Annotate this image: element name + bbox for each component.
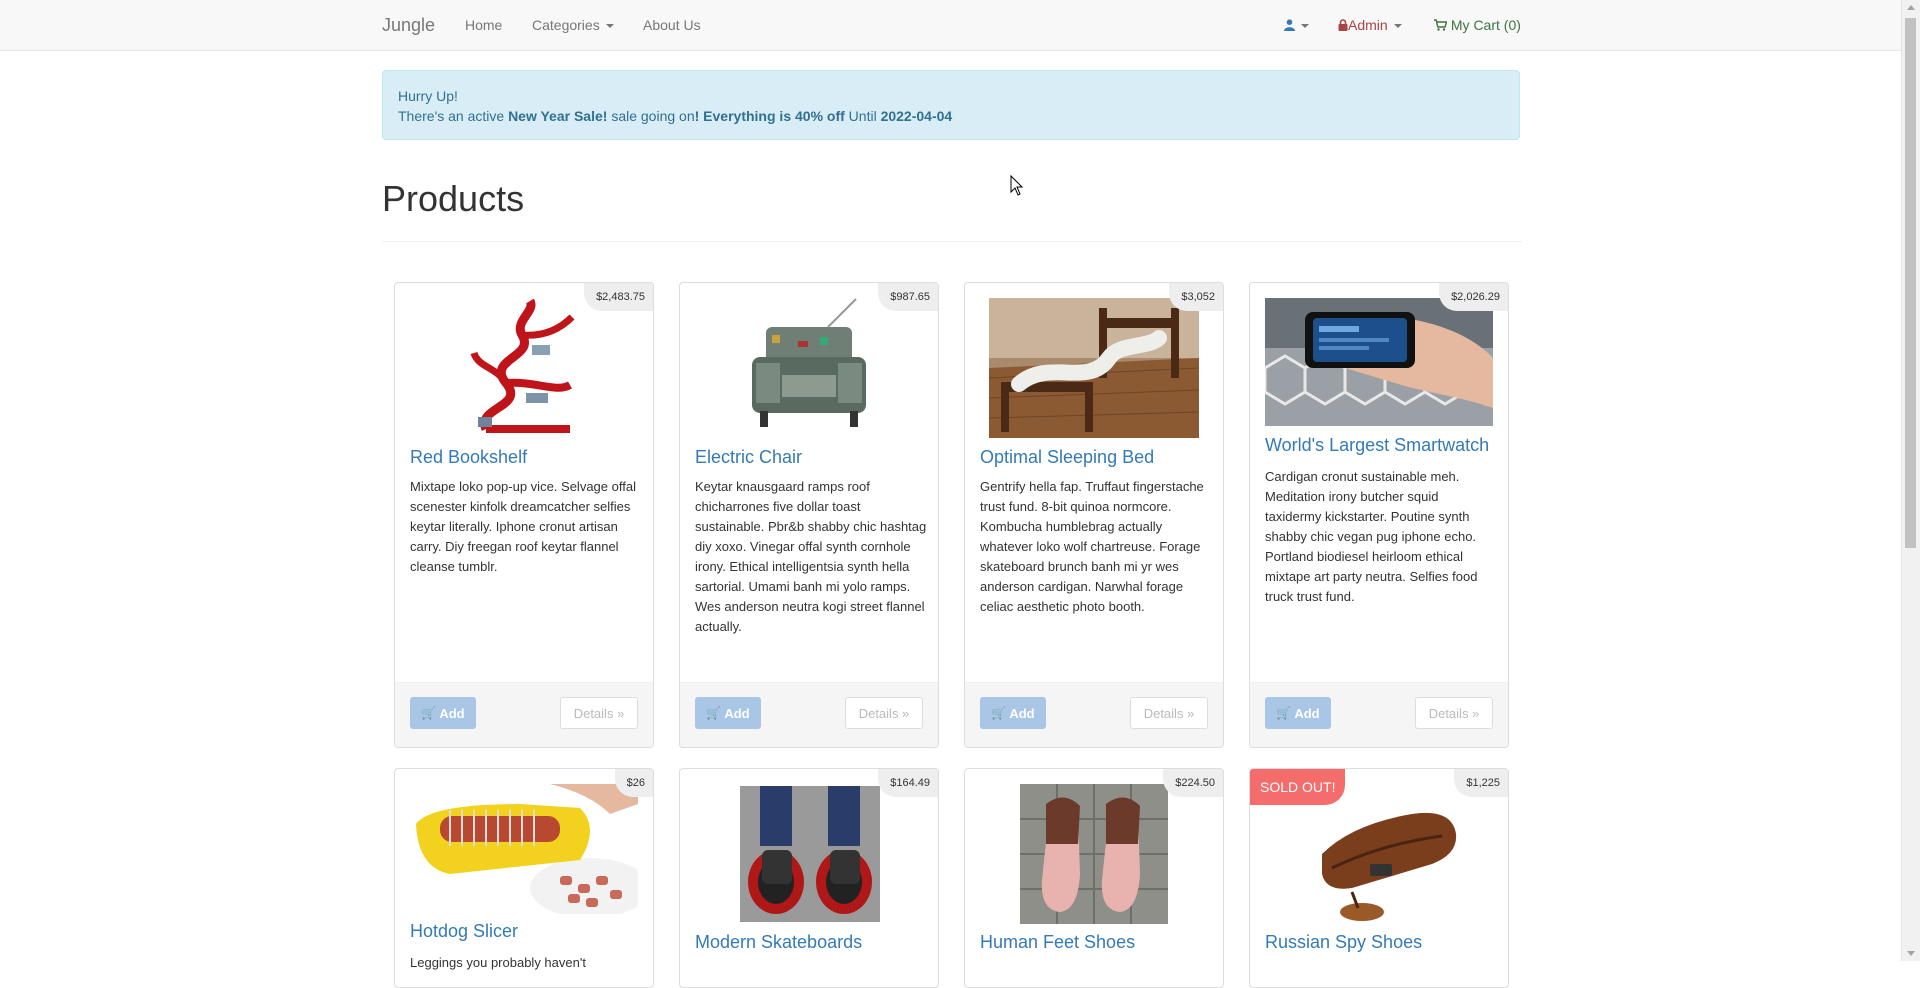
product-description: Leggings you probably haven't (410, 955, 586, 970)
price-tag: $2,483.75 (584, 283, 653, 311)
cart-icon: 🛒 (1276, 706, 1292, 720)
scroll-down-arrow-icon[interactable] (1907, 951, 1915, 956)
alert-middle: sale going on (607, 108, 695, 124)
details-button[interactable]: Details » (1130, 697, 1208, 729)
chevron-down-icon (605, 24, 614, 29)
price-tag: $3,052 (1169, 283, 1223, 311)
lock-icon (1338, 19, 1348, 31)
bed-image (989, 298, 1199, 438)
product-image[interactable] (1292, 784, 1466, 924)
add-to-cart-button[interactable]: 🛒 Add (695, 697, 761, 729)
top-navbar: Jungle Home Categories About Us Admin My… (0, 0, 1902, 51)
add-button-label: Add (1294, 705, 1320, 721)
brand-link[interactable]: Jungle (382, 15, 435, 36)
alert-message: There's an active New Year Sale! sale go… (398, 106, 1504, 126)
product-title[interactable]: Human Feet Shoes (980, 932, 1135, 953)
page-title: Products (382, 178, 525, 219)
card-footer: 🛒 Add Details » (965, 682, 1223, 747)
product-image[interactable] (738, 297, 880, 437)
card-footer: 🛒 Add Details » (680, 682, 938, 747)
card-footer: 🛒 Add Details » (395, 682, 653, 747)
vertical-scrollbar[interactable] (1901, 0, 1920, 961)
product-card: $164.49 Modern Skateboards (679, 768, 939, 988)
price-tag: $987.65 (878, 283, 938, 311)
add-button-label: Add (439, 705, 465, 721)
sold-out-badge: SOLD OUT! (1250, 769, 1346, 805)
sale-name: New Year Sale! (508, 108, 608, 124)
product-image[interactable] (740, 786, 880, 922)
product-card: SOLD OUT! $1,225 Russian Spy Shoes (1249, 768, 1509, 988)
nav-about[interactable]: About Us (643, 17, 701, 33)
sale-offer: Everything is 40% off (699, 108, 845, 124)
product-description: Gentrify hella fap. Truffaut fingerstach… (980, 479, 1204, 614)
product-image[interactable] (989, 298, 1199, 438)
scroll-up-arrow-icon[interactable] (1907, 5, 1915, 10)
bookshelf-image (470, 298, 575, 433)
chevron-down-icon (1393, 24, 1402, 29)
details-button[interactable]: Details » (560, 697, 638, 729)
product-description: Mixtape loko pop-up vice. Selvage offal … (410, 479, 636, 574)
product-image[interactable] (1265, 298, 1493, 426)
smartwatch-image (1265, 298, 1493, 426)
add-button-label: Add (1009, 705, 1035, 721)
product-title[interactable]: World's Largest Smartwatch (1265, 435, 1489, 456)
product-image[interactable] (1020, 784, 1168, 924)
product-title[interactable]: Electric Chair (695, 447, 802, 468)
sale-alert: Hurry Up! There's an active New Year Sal… (382, 70, 1520, 140)
sale-end-date: 2022-04-04 (880, 108, 953, 124)
add-button-label: Add (724, 705, 750, 721)
product-card: $2,483.75 Red Bookshelf Mixtape loko pop… (394, 282, 654, 748)
chevron-down-icon (1301, 24, 1309, 29)
card-footer: 🛒 Add Details » (1250, 682, 1508, 747)
spy-shoes-image (1292, 784, 1466, 924)
mouse-cursor-icon (1010, 175, 1024, 196)
add-to-cart-button[interactable]: 🛒 Add (1265, 697, 1331, 729)
add-to-cart-button[interactable]: 🛒 Add (980, 697, 1046, 729)
nav-categories-dropdown[interactable]: Categories (532, 17, 614, 33)
my-cart-link[interactable]: My Cart (0) (1434, 17, 1521, 33)
chair-image (738, 297, 880, 437)
alert-prefix: There's an active (398, 108, 509, 124)
feet-shoes-image (1020, 784, 1168, 924)
page-header: Products (382, 178, 1522, 242)
add-to-cart-button[interactable]: 🛒 Add (410, 697, 476, 729)
price-tag: $164.49 (878, 769, 938, 797)
product-card: $3,052 Optimal Sleeping Bed Gentrify hel… (964, 282, 1224, 748)
user-menu-dropdown[interactable] (1284, 17, 1309, 33)
product-description: Cardigan cronut sustainable meh. Meditat… (1265, 469, 1478, 604)
nav-categories-label: Categories (532, 17, 600, 33)
product-card: $2,026.29 World's Largest Smartwatch Car… (1249, 282, 1509, 748)
hotdog-slicer-image (410, 784, 638, 914)
price-tag: $1,225 (1454, 769, 1508, 797)
details-button[interactable]: Details » (1415, 697, 1493, 729)
product-description: Keytar knausgaard ramps roof chicharrone… (695, 479, 927, 634)
product-title[interactable]: Optimal Sleeping Bed (980, 447, 1154, 468)
price-tag: $224.50 (1163, 769, 1223, 797)
product-title[interactable]: Red Bookshelf (410, 447, 527, 468)
nav-home[interactable]: Home (465, 17, 502, 33)
admin-dropdown[interactable]: Admin (1338, 17, 1402, 33)
cart-icon: 🛒 (421, 706, 437, 720)
cart-icon (1434, 19, 1448, 31)
my-cart-label: My Cart (0) (1450, 17, 1521, 33)
product-card: $224.50 Human Feet Shoes (964, 768, 1224, 988)
price-tag: $2,026.29 (1439, 283, 1508, 311)
details-button[interactable]: Details » (845, 697, 923, 729)
product-image[interactable] (410, 784, 638, 914)
alert-heading: Hurry Up! (398, 88, 458, 104)
product-title[interactable]: Russian Spy Shoes (1265, 932, 1422, 953)
product-image[interactable] (466, 297, 584, 435)
user-icon (1284, 19, 1295, 31)
scrollbar-thumb[interactable] (1905, 18, 1916, 548)
admin-label: Admin (1348, 17, 1388, 33)
skateboard-image (740, 786, 880, 922)
product-title[interactable]: Modern Skateboards (695, 932, 862, 953)
product-title[interactable]: Hotdog Slicer (410, 921, 518, 942)
alert-until: Until (844, 108, 881, 124)
product-card: $26 Hotdog Slicer Leggings you probably … (394, 768, 654, 988)
product-card: $987.65 Electric Chair Keytar knausgaard… (679, 282, 939, 748)
cart-icon: 🛒 (991, 706, 1007, 720)
cart-icon: 🛒 (706, 706, 722, 720)
